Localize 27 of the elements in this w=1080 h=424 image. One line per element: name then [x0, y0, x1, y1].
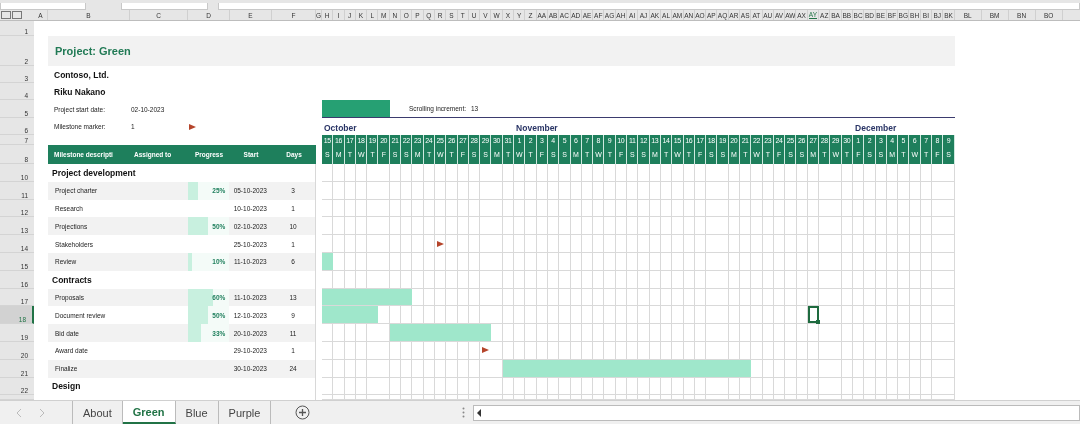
sheet-tab[interactable]: Green [122, 401, 176, 424]
flag-icon [437, 240, 445, 247]
sheet-tab[interactable]: Blue [175, 401, 219, 424]
flag-icon [189, 123, 196, 130]
group-heading: Contracts [51, 274, 92, 285]
month-label: November [515, 123, 558, 133]
flag-icon [482, 347, 490, 354]
month-label: October [323, 123, 357, 133]
sheet-tab[interactable]: Purple [218, 401, 272, 424]
month-label: December [854, 123, 897, 133]
timeline-scrollbar[interactable] [322, 100, 390, 117]
previous-sheet-icon[interactable] [17, 408, 22, 417]
add-sheet-icon[interactable] [295, 405, 311, 420]
project-title: Project: Green [55, 45, 131, 57]
manager-name: Riku Nakano [54, 86, 106, 97]
name-box[interactable] [0, 3, 86, 10]
formula-field[interactable] [218, 3, 1080, 10]
horizontal-scrollbar[interactable] [473, 404, 1080, 421]
next-sheet-icon[interactable] [39, 408, 44, 417]
selected-cell[interactable] [807, 306, 820, 324]
function-box[interactable] [121, 3, 208, 10]
company-name: Contoso, Ltd. [54, 69, 109, 80]
gantt-bar [322, 253, 334, 270]
group-heading: Design [51, 381, 81, 392]
sheet-tab[interactable]: About [73, 401, 123, 424]
group-heading: Project development [51, 167, 136, 178]
more-icon[interactable] [462, 407, 466, 418]
